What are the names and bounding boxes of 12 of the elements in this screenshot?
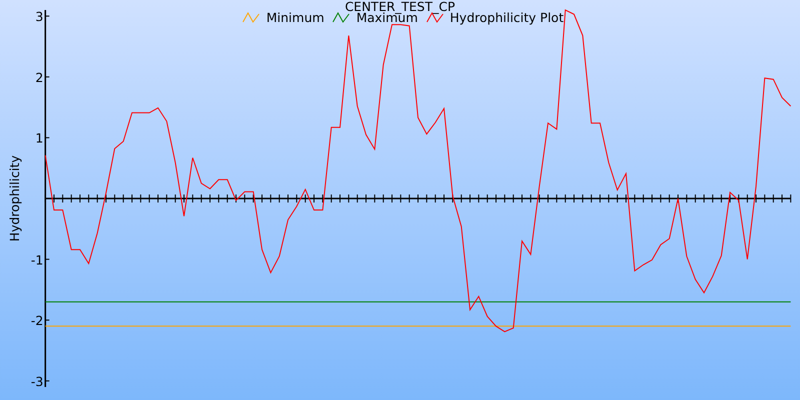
axis-tick-label: -3 [30, 374, 44, 389]
legend-label: Minimum [266, 10, 324, 25]
chart-title: CENTER_TEST_CP [344, 0, 456, 13]
legend-icon [242, 11, 260, 24]
legend-label: Hydrophilicity Plot [450, 10, 564, 25]
axis-tick-label: 3 [35, 9, 44, 24]
axis-tick-label: 2 [35, 70, 44, 85]
axis-tick-label: -1 [30, 252, 44, 268]
axis-tick-label: -2 [30, 313, 44, 328]
axis-tick-label: 1 [35, 130, 44, 146]
axis-title: Hydrophilicity [7, 155, 22, 242]
legend-label: Maximum [356, 10, 418, 25]
